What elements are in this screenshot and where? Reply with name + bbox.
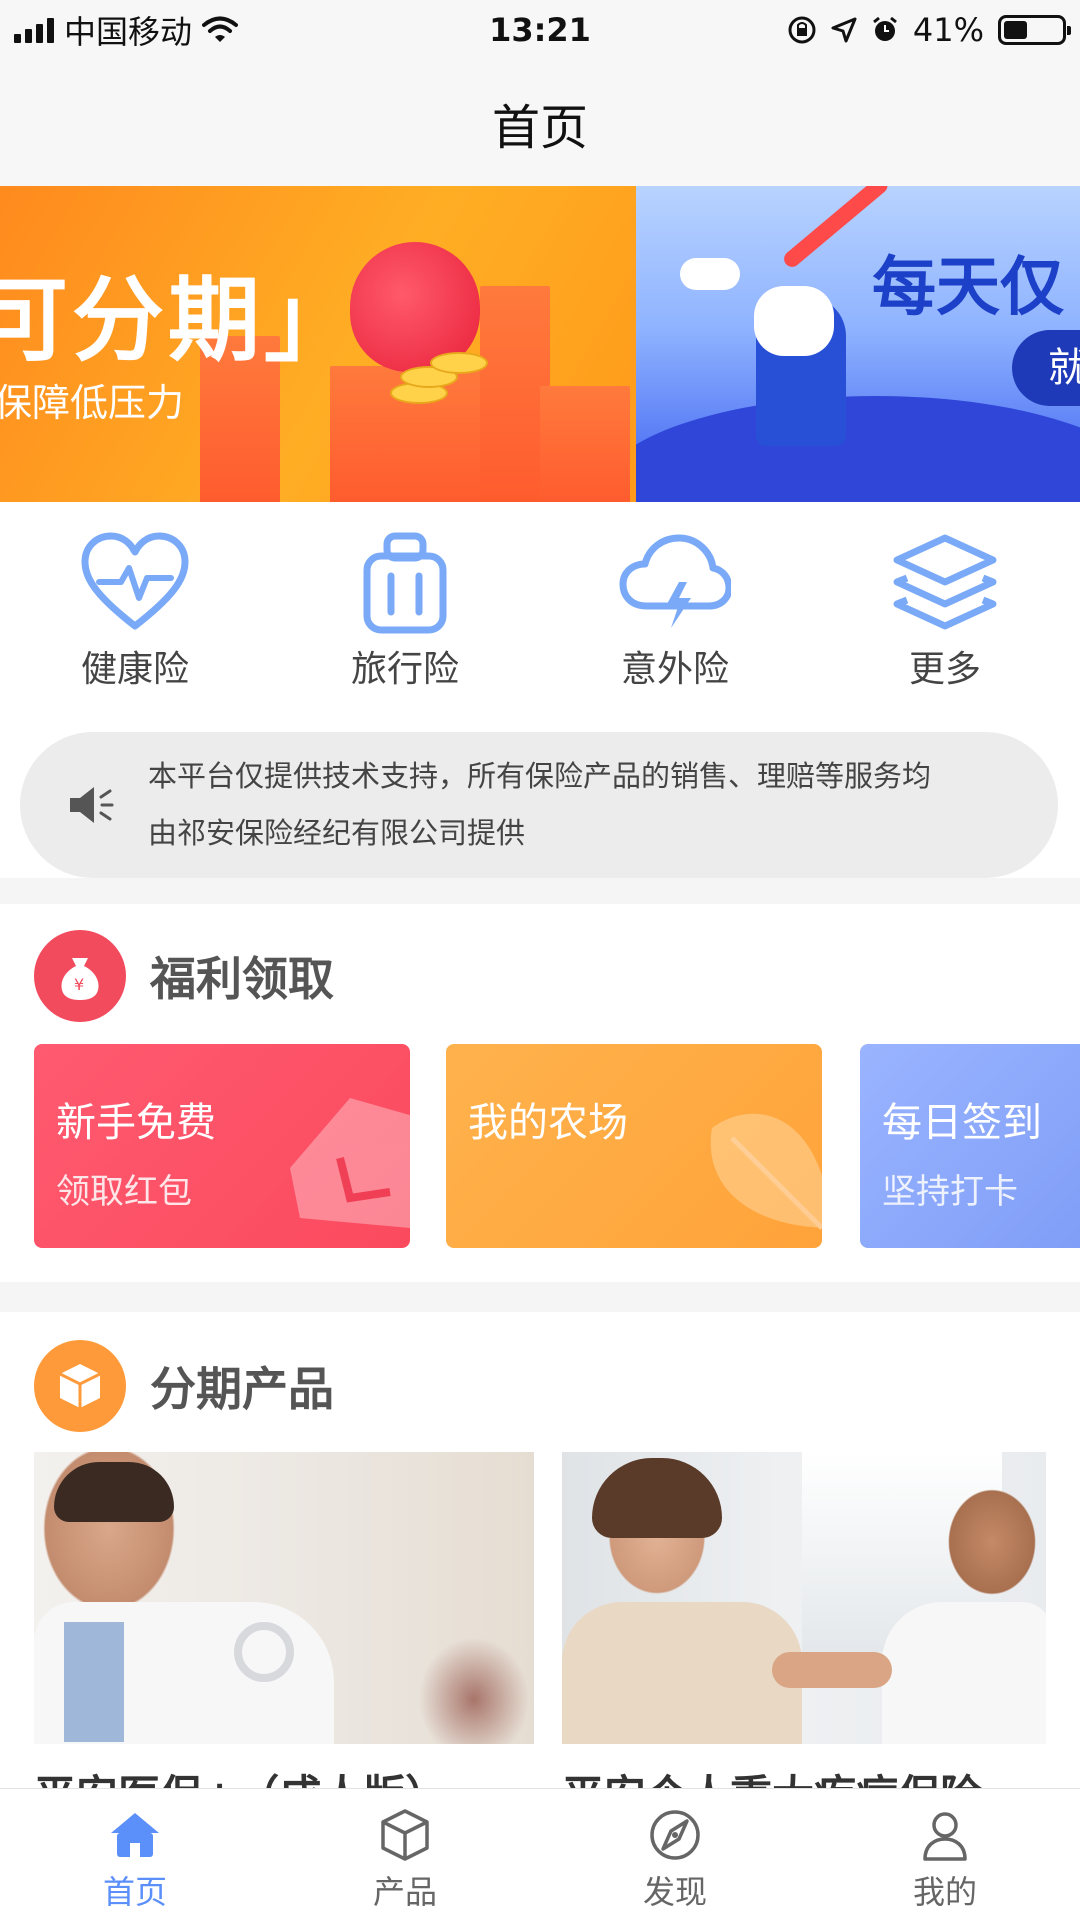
- tab-label: 首页: [102, 1873, 167, 1911]
- tab-products[interactable]: 产品: [270, 1789, 540, 1920]
- banner-carousel[interactable]: 可分期」 保障低压力 每天仅 就: [0, 186, 1080, 502]
- category-grid: 健康险 旅行险 意外险 更多: [0, 502, 1080, 710]
- category-more[interactable]: 更多: [810, 502, 1080, 710]
- user-icon: [923, 1812, 967, 1861]
- banner-title: 可分期」: [0, 267, 361, 374]
- welfare-card-farm[interactable]: 我的农场: [446, 1044, 822, 1248]
- notice-text: 本平台仅提供技术支持，所有保险产品的销售、理赔等服务均 由祁安保险经纪有限公司提…: [140, 748, 1020, 862]
- card-title: 我的农场: [468, 1100, 628, 1146]
- tab-label: 发现: [642, 1873, 707, 1911]
- card-title: 新手免费: [56, 1100, 216, 1146]
- cloud-icon: [680, 258, 740, 290]
- tab-label: 我的: [912, 1873, 977, 1911]
- wifi-icon: [202, 16, 239, 42]
- red-packet-icon: [290, 1098, 410, 1228]
- tab-label: 产品: [372, 1873, 437, 1911]
- battery-percent: 41%: [912, 11, 984, 49]
- status-bar: 中国移动 13:21 41%: [0, 0, 1080, 60]
- product-card[interactable]: 平安医保+（成人版）: [34, 1452, 534, 1823]
- card-title: 每日签到: [882, 1100, 1042, 1146]
- signal-icon: [14, 17, 54, 43]
- battery-icon: [998, 15, 1071, 45]
- clock: 13:21: [489, 11, 591, 49]
- bottom-tab-bar: 首页 产品 发现 我的: [0, 1788, 1080, 1920]
- welfare-card-list[interactable]: 新手免费 领取红包 我的农场 每日签到 坚持打卡: [34, 1044, 1080, 1248]
- notice-line: 本平台仅提供技术支持，所有保险产品的销售、理赔等服务均: [148, 759, 932, 793]
- layers-icon: [893, 534, 997, 630]
- page-title: 首页: [491, 100, 588, 156]
- leaf-icon: [710, 1113, 822, 1230]
- money-bag-icon: ¥: [34, 930, 126, 1022]
- product-card[interactable]: 平安个人重大疾病保险: [562, 1452, 1046, 1823]
- banner-slide-daily[interactable]: 每天仅 就: [636, 186, 1080, 502]
- products-section: 分期产品 平安医保+（成人版） 平安个人重大疾病保险: [0, 1312, 1080, 1820]
- compass-icon: [650, 1810, 700, 1860]
- banner-cta-button[interactable]: 就: [1012, 330, 1080, 406]
- luggage-icon: [363, 532, 447, 634]
- banner-slide-installment[interactable]: 可分期」 保障低压力: [0, 186, 636, 502]
- welfare-card-newbie[interactable]: 新手免费 领取红包: [34, 1044, 410, 1248]
- tab-home[interactable]: 首页: [0, 1789, 270, 1920]
- svg-text:¥: ¥: [74, 975, 84, 994]
- home-icon: [111, 1813, 159, 1857]
- welfare-section: ¥ 福利领取 新手免费 领取红包 我的农场 每日签到 坚持打卡: [0, 904, 1080, 1282]
- notice-line: 由祁安保险经纪有限公司提供: [148, 816, 526, 850]
- card-subtitle: 领取红包: [56, 1172, 192, 1212]
- category-accident[interactable]: 意外险: [540, 502, 810, 710]
- section-title: 分期产品: [150, 1362, 334, 1416]
- notice-section: 本平台仅提供技术支持，所有保险产品的销售、理赔等服务均 由祁安保险经纪有限公司提…: [0, 710, 1080, 878]
- category-travel[interactable]: 旅行险: [270, 502, 540, 710]
- heart-pulse-icon: [81, 532, 189, 630]
- box-icon: [381, 1809, 429, 1861]
- section-title: 福利领取: [150, 952, 334, 1006]
- banner-title: 每天仅: [872, 251, 1064, 325]
- tab-discover[interactable]: 发现: [540, 1789, 810, 1920]
- nav-bar: 首页: [0, 60, 1080, 186]
- product-image-doctor: [34, 1452, 534, 1744]
- category-label: 意外险: [620, 649, 729, 690]
- product-image-handshake: [562, 1452, 1046, 1744]
- category-label: 旅行险: [350, 649, 459, 690]
- category-health[interactable]: 健康险: [0, 502, 270, 710]
- cloud-lightning-icon: [619, 534, 731, 628]
- speaker-icon: [70, 787, 114, 823]
- banner-subtitle: 保障低压力: [0, 381, 185, 425]
- box-icon: [34, 1340, 126, 1432]
- notice-bar[interactable]: 本平台仅提供技术支持，所有保险产品的销售、理赔等服务均 由祁安保险经纪有限公司提…: [20, 732, 1058, 878]
- location-icon: [831, 17, 857, 43]
- tab-mine[interactable]: 我的: [810, 1789, 1080, 1920]
- carrier-label: 中国移动: [64, 13, 193, 51]
- card-subtitle: 坚持打卡: [882, 1172, 1018, 1212]
- orientation-lock-icon: [788, 16, 816, 44]
- category-label: 健康险: [80, 649, 189, 690]
- alarm-icon: [872, 16, 897, 41]
- category-label: 更多: [908, 649, 981, 690]
- welfare-card-checkin[interactable]: 每日签到 坚持打卡: [860, 1044, 1080, 1248]
